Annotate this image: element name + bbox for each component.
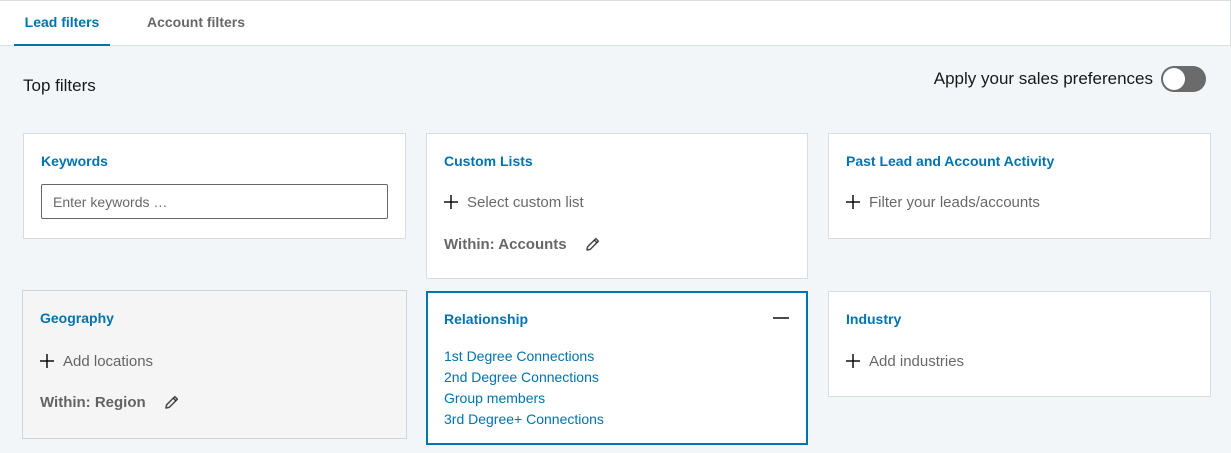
geography-within-label: Within: Region [40,393,146,411]
geography-title[interactable]: Geography [40,310,114,326]
custom-lists-within-label: Within: Accounts [444,235,567,253]
filter-tabs: Lead filters Account filters [0,0,1231,46]
geography-card: Geography Add locations Within: Region [22,290,407,439]
relationship-title[interactable]: Relationship [444,311,528,327]
plus-icon [40,354,54,368]
past-activity-title[interactable]: Past Lead and Account Activity [846,153,1054,169]
toggle-knob [1163,68,1185,90]
section-title: Top filters [23,76,96,95]
filter-leads-accounts-label: Filter your leads/accounts [869,193,1040,211]
tab-account-filters[interactable]: Account filters [134,1,258,46]
custom-lists-within: Within: Accounts [444,234,601,254]
pencil-icon[interactable] [585,236,601,252]
relationship-options: 1st Degree Connections 2nd Degree Connec… [444,346,604,430]
geography-within: Within: Region [40,392,180,412]
keywords-title[interactable]: Keywords [41,153,108,169]
sales-preferences-toggle[interactable] [1161,66,1206,92]
tab-lead-filters[interactable]: Lead filters [14,1,110,46]
add-locations-label: Add locations [63,352,154,370]
add-industries-label: Add industries [869,352,965,370]
relationship-option-3rd[interactable]: 3rd Degree+ Connections [444,409,604,430]
minus-icon [773,317,789,319]
plus-icon [846,195,860,209]
sales-preferences-label: Apply your sales preferences [933,69,1153,88]
keywords-input[interactable] [41,184,388,219]
relationship-option-2nd[interactable]: 2nd Degree Connections [444,367,604,388]
relationship-option-group[interactable]: Group members [444,388,604,409]
past-activity-card: Past Lead and Account Activity Filter yo… [828,133,1211,239]
filter-leads-accounts-button[interactable]: Filter your leads/accounts [846,192,1040,212]
add-locations-button[interactable]: Add locations [40,351,153,371]
custom-lists-card: Custom Lists Select custom list Within: … [426,133,808,279]
add-industries-button[interactable]: Add industries [846,351,964,371]
sales-preferences: Apply your sales preferences [934,66,1206,92]
select-custom-list-button[interactable]: Select custom list [444,192,584,212]
relationship-card: Relationship 1st Degree Connections 2nd … [426,291,808,445]
custom-lists-title[interactable]: Custom Lists [444,153,533,169]
select-custom-list-label: Select custom list [467,193,584,211]
pencil-icon[interactable] [164,394,180,410]
industry-title[interactable]: Industry [846,311,901,327]
collapse-button[interactable] [766,307,796,329]
plus-icon [846,354,860,368]
keywords-card: Keywords [23,133,406,239]
industry-card: Industry Add industries [828,291,1211,397]
relationship-option-1st[interactable]: 1st Degree Connections [444,346,604,367]
plus-icon [444,195,458,209]
